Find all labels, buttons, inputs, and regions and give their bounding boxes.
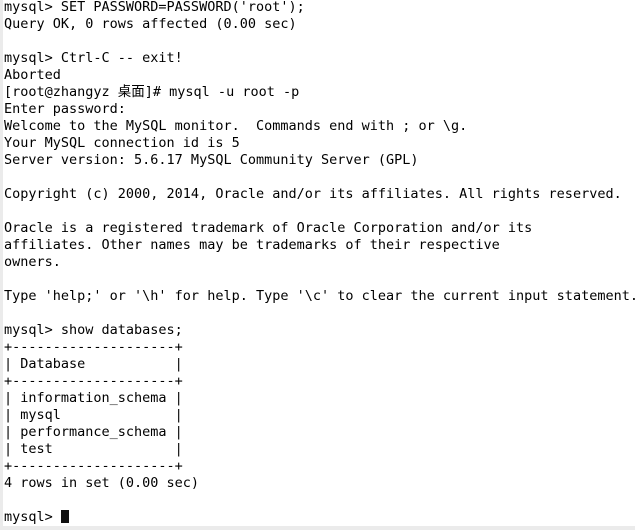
terminal-line-password-prompt: Enter password: — [4, 101, 126, 117]
terminal-window[interactable]: mysql> SET PASSWORD=PASSWORD('root'); Qu… — [0, 0, 635, 530]
table-row: | performance_schema | — [4, 424, 183, 440]
terminal-line: Your MySQL connection id is 5 — [4, 135, 240, 151]
terminal-line: mysql> Ctrl-C -- exit! — [4, 50, 183, 66]
terminal-line: owners. — [4, 254, 61, 270]
terminal-line-command: mysql> show databases; — [4, 322, 183, 338]
text-cursor — [60, 510, 69, 523]
table-border-top: +--------------------+ — [4, 339, 183, 355]
terminal-line: Aborted — [4, 67, 61, 83]
terminal-line: Oracle is a registered trademark of Orac… — [4, 220, 533, 236]
bottom-edge-gutter — [0, 526, 635, 530]
terminal-line: Query OK, 0 rows affected (0.00 sec) — [4, 16, 297, 32]
active-prompt-line[interactable]: mysql> — [4, 509, 635, 526]
table-row: | mysql | — [4, 407, 183, 423]
terminal-line: mysql> SET PASSWORD=PASSWORD('root'); — [4, 0, 305, 15]
terminal-line: Welcome to the MySQL monitor. Commands e… — [4, 118, 468, 134]
terminal-screen[interactable]: mysql> SET PASSWORD=PASSWORD('root'); Qu… — [4, 0, 635, 526]
terminal-line: Copyright (c) 2000, 2014, Oracle and/or … — [4, 186, 622, 202]
mysql-prompt-label: mysql> — [4, 509, 61, 525]
table-border-mid: +--------------------+ — [4, 373, 183, 389]
table-row: | test | — [4, 441, 183, 457]
left-edge-gutter — [0, 0, 3, 530]
terminal-line-shell-prompt: [root@zhangyz 桌面]# mysql -u root -p — [4, 84, 300, 100]
terminal-line: Server version: 5.6.17 MySQL Community S… — [4, 152, 419, 168]
table-row: | information_schema | — [4, 390, 183, 406]
table-row-count: 4 rows in set (0.00 sec) — [4, 475, 200, 491]
terminal-line: Type 'help;' or '\h' for help. Type '\c'… — [4, 288, 635, 304]
table-header-row: | Database | — [4, 356, 183, 372]
table-border-bottom: +--------------------+ — [4, 458, 183, 474]
terminal-line: affiliates. Other names may be trademark… — [4, 237, 500, 253]
